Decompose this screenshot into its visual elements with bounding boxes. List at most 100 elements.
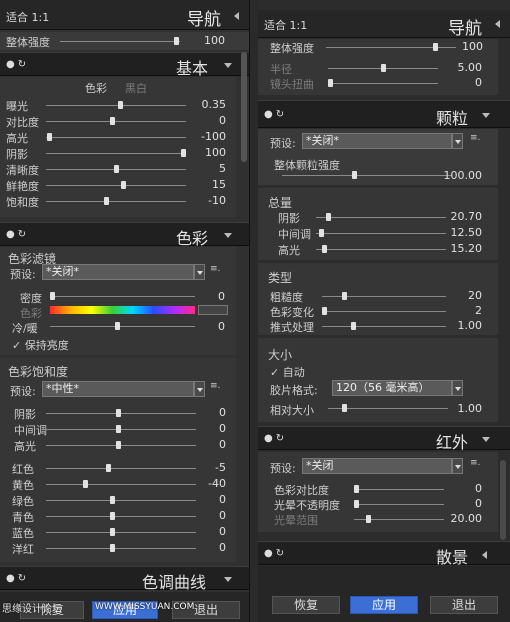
grain-amount-slider-track[interactable] <box>316 233 446 234</box>
panel-toggle-icon[interactable]: ●↻ <box>264 109 287 120</box>
sat-tone-slider-value[interactable]: 0 <box>196 438 226 451</box>
grain-type-slider-knob[interactable] <box>322 307 328 315</box>
grain-type-slider-track[interactable] <box>322 326 446 327</box>
sat-channel-slider-value[interactable]: 0 <box>196 509 226 522</box>
relative-size-value[interactable]: 1.00 <box>448 402 483 415</box>
tab-bw[interactable]: 黑白 <box>125 80 147 96</box>
overall-strength-knob-right[interactable] <box>433 43 438 51</box>
exit-button-right[interactable]: 退出 <box>430 596 498 614</box>
sat-channel-slider-knob[interactable] <box>110 496 115 504</box>
sat-channel-slider-track[interactable] <box>46 548 196 549</box>
sat-channel-slider-track[interactable] <box>46 500 196 501</box>
color-section-header[interactable]: ●↻ 色彩 <box>0 222 249 248</box>
panel-toggle-icon[interactable]: ●↻ <box>264 548 287 559</box>
filter-density-value[interactable]: 0 <box>195 290 225 303</box>
sat-tone-slider-knob[interactable] <box>116 409 121 417</box>
sat-tone-slider-knob[interactable] <box>116 425 121 433</box>
overall-strength-value-right[interactable]: 100 <box>448 40 483 53</box>
grain-overall-track[interactable] <box>282 175 452 176</box>
filter-density-track[interactable] <box>50 296 195 297</box>
sat-tone-slider-track[interactable] <box>46 413 196 414</box>
grain-type-slider-track[interactable] <box>322 296 446 297</box>
filter-preset-select[interactable]: *关闭* <box>42 264 205 280</box>
collapse-left-icon[interactable] <box>495 20 500 28</box>
sat-tone-slider-track[interactable] <box>46 429 196 430</box>
sat-tone-slider-knob[interactable] <box>116 441 121 449</box>
ir-section-header[interactable]: ●↻ 红外 <box>258 426 510 452</box>
basic-section-header[interactable]: ●↻ 基本 <box>0 52 249 78</box>
preset-menu-icon[interactable]: ≡. <box>210 264 220 274</box>
basic-slider-value[interactable]: 15 <box>186 178 226 191</box>
grain-amount-slider-track[interactable] <box>316 217 446 218</box>
basic-slider-knob[interactable] <box>104 197 110 205</box>
filter-color-swatch[interactable] <box>198 305 228 315</box>
grain-type-slider-value[interactable]: 1.00 <box>438 319 483 332</box>
basic-slider-knob[interactable] <box>121 181 126 189</box>
basic-slider-value[interactable]: -100 <box>186 130 226 143</box>
curves-expand-icon[interactable] <box>224 577 232 582</box>
vignette-slider-track[interactable] <box>328 83 438 84</box>
grain-overall-value[interactable]: 100.00 <box>438 169 483 182</box>
sat-tone-slider-value[interactable]: 0 <box>196 406 226 419</box>
sat-channel-slider-value[interactable]: 0 <box>196 525 226 538</box>
dropdown-arrow-icon[interactable] <box>194 381 205 397</box>
dropdown-arrow-icon[interactable] <box>194 264 205 280</box>
overall-strength-knob[interactable] <box>174 37 179 45</box>
right-scrollbar[interactable] <box>500 460 506 540</box>
sat-channel-slider-track[interactable] <box>46 484 196 485</box>
zoom-fit-label[interactable]: 适合 1:1 <box>6 9 49 25</box>
apply-button-right[interactable]: 应用 <box>350 596 418 614</box>
vignette-slider-value[interactable]: 5.00 <box>438 61 483 74</box>
basic-slider-value[interactable]: 0 <box>186 114 226 127</box>
overall-strength-track[interactable] <box>60 41 180 42</box>
panel-toggle-icon[interactable]: ●↻ <box>264 433 287 444</box>
navigator-header-right[interactable]: 适合 1:1 导航 <box>258 10 510 39</box>
grain-type-slider-track[interactable] <box>322 311 446 312</box>
basic-slider-value[interactable]: 0.35 <box>186 98 227 111</box>
basic-slider-knob[interactable] <box>114 165 119 173</box>
relative-size-knob[interactable] <box>342 404 347 412</box>
ir-slider-value[interactable]: 0 <box>438 497 482 510</box>
basic-slider-knob[interactable] <box>109 117 115 125</box>
sat-channel-slider-knob[interactable] <box>83 480 88 488</box>
grain-type-slider-value[interactable]: 2 <box>438 304 482 317</box>
grain-type-slider-value[interactable]: 20 <box>438 289 482 302</box>
vignette-slider-knob[interactable] <box>328 79 334 87</box>
collapse-left-icon[interactable] <box>234 12 239 20</box>
bokeh-collapse-icon[interactable] <box>482 551 487 559</box>
basic-slider-value[interactable]: -10 <box>186 194 226 207</box>
grain-amount-slider-value[interactable]: 12.50 <box>438 226 483 239</box>
sat-channel-slider-value[interactable]: -5 <box>196 461 226 474</box>
basic-slider-knob[interactable] <box>118 101 124 109</box>
grain-expand-icon[interactable] <box>482 113 490 118</box>
zoom-fit-label-right[interactable]: 适合 1:1 <box>264 17 307 33</box>
filter-tone-knob[interactable] <box>115 322 120 330</box>
sat-tone-slider-track[interactable] <box>46 445 196 446</box>
sat-channel-slider-value[interactable]: 0 <box>196 541 226 554</box>
film-format-select[interactable]: 120（56 毫米高） <box>332 380 463 396</box>
filter-color-spectrum[interactable] <box>50 306 195 314</box>
dropdown-arrow-icon[interactable] <box>452 380 463 396</box>
grain-overall-knob[interactable] <box>352 171 357 179</box>
reset-button-right[interactable]: 恢复 <box>272 596 340 614</box>
bokeh-section-header[interactable]: ●↻ 散景 <box>258 541 510 567</box>
grain-section-header[interactable]: ●↻ 颗粒 <box>258 100 510 128</box>
tab-color[interactable]: 色彩 <box>85 80 107 96</box>
basic-slider-knob[interactable] <box>46 133 52 141</box>
left-scrollbar[interactable] <box>241 52 247 162</box>
grain-type-slider-knob[interactable] <box>351 322 356 330</box>
sat-preset-select[interactable]: *中性* <box>42 381 205 397</box>
grain-amount-slider-value[interactable]: 20.70 <box>438 210 483 223</box>
color-expand-icon[interactable] <box>224 233 232 238</box>
ir-slider-value[interactable]: 20.00 <box>438 512 483 525</box>
filter-tone-track[interactable] <box>50 326 195 327</box>
basic-slider-track[interactable] <box>46 153 186 154</box>
basic-slider-track[interactable] <box>46 185 186 186</box>
curves-section-header[interactable]: ●↻ 色调曲线 <box>0 566 249 592</box>
dropdown-arrow-icon[interactable] <box>452 133 463 149</box>
filter-tone-value[interactable]: 0 <box>195 320 225 333</box>
grain-preset-select[interactable]: *关闭* <box>302 133 463 149</box>
basic-slider-value[interactable]: 5 <box>186 162 226 175</box>
ir-slider-knob[interactable] <box>366 515 372 523</box>
preset-menu-icon[interactable]: ≡. <box>470 133 480 143</box>
